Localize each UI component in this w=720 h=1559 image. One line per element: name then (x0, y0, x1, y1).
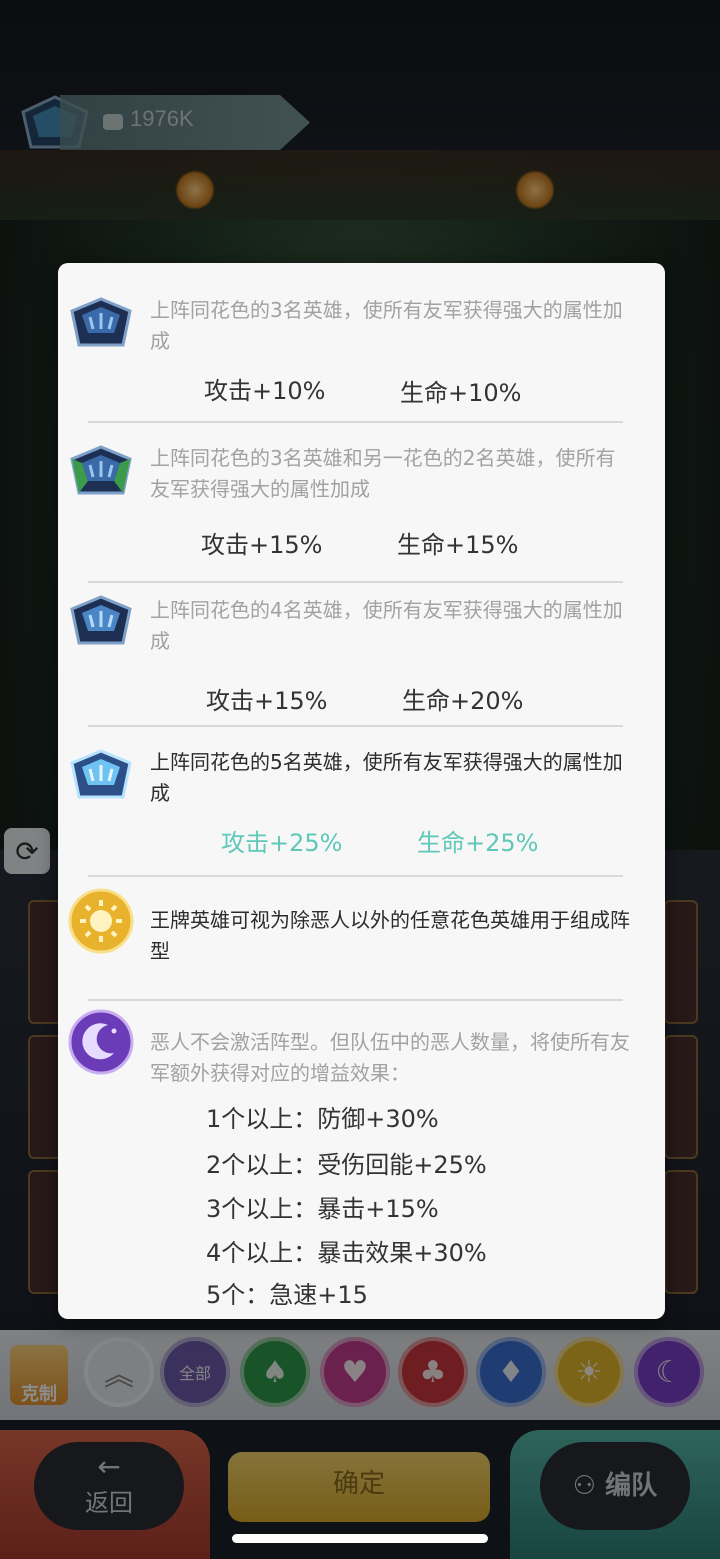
formation-tier4-icon (70, 749, 132, 799)
formation-tier1-icon (70, 297, 132, 347)
divider (88, 421, 623, 423)
villain-moon-icon (68, 1009, 134, 1075)
formation-tier2-desc: 上阵同花色的3名英雄和另一花色的2名英雄，使所有友军获得强大的属性加成 (150, 446, 616, 501)
villain-desc: 恶人不会激活阵型。但队伍中的恶人数量，将使所有友军额外获得对应的增益效果： (150, 1030, 630, 1085)
divider (88, 999, 623, 1001)
villain-bonus-1: 1个以上：防御+30% (206, 1105, 439, 1133)
formation-tier3-icon (70, 595, 132, 645)
tier2-attack-bonus: 攻击+15% (201, 531, 323, 559)
formation-tier3-desc: 上阵同花色的4名英雄，使所有友军获得强大的属性加成 (150, 598, 623, 653)
formation-tier2-icon (70, 445, 132, 495)
home-indicator[interactable] (232, 1534, 488, 1543)
ace-sun-icon (68, 888, 134, 954)
divider (88, 725, 623, 727)
villain-bonus-3: 3个以上：暴击+15% (206, 1195, 439, 1223)
formation-info-popup: 上阵同花色的3名英雄，使所有友军获得强大的属性加成 攻击+10% 生命+10% … (58, 263, 665, 1319)
formation-tier1-desc: 上阵同花色的3名英雄，使所有友军获得强大的属性加成 (150, 298, 623, 353)
divider (88, 581, 623, 583)
ace-hero-desc: 王牌英雄可视为除恶人以外的任意花色英雄用于组成阵型 (150, 908, 630, 963)
villain-bonus-4: 4个以上：暴击效果+30% (206, 1239, 487, 1267)
tier4-life-bonus: 生命+25% (417, 829, 539, 857)
divider (88, 875, 623, 877)
tier1-life-bonus: 生命+10% (400, 379, 522, 407)
villain-bonus-2: 2个以上：受伤回能+25% (206, 1151, 487, 1179)
formation-tier4-desc: 上阵同花色的5名英雄，使所有友军获得强大的属性加成 (150, 750, 623, 805)
villain-bonus-5: 5个：急速+15 (206, 1281, 368, 1309)
tier3-attack-bonus: 攻击+15% (206, 687, 328, 715)
tier2-life-bonus: 生命+15% (397, 531, 519, 559)
tier3-life-bonus: 生命+20% (402, 687, 524, 715)
tier1-attack-bonus: 攻击+10% (204, 377, 326, 405)
tier4-attack-bonus: 攻击+25% (221, 829, 343, 857)
